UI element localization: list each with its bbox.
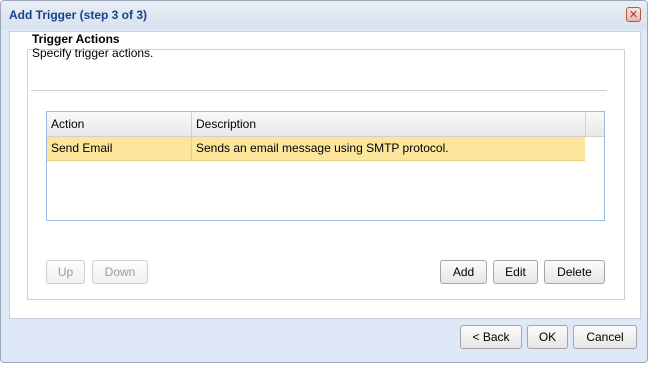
delete-button[interactable]: Delete [544, 260, 605, 284]
add-button[interactable]: Add [440, 260, 487, 284]
edit-button[interactable]: Edit [493, 260, 538, 284]
section-subheading: Specify trigger actions. [32, 46, 154, 60]
column-header-description[interactable]: Description [192, 112, 586, 136]
dialog-footer: < Back OK Cancel [1, 319, 647, 362]
grid-header: Action Description [47, 112, 604, 137]
dialog-titlebar: Add Trigger (step 3 of 3) ✕ [1, 1, 647, 29]
cell-description: Sends an email message using SMTP protoc… [196, 141, 449, 155]
section-heading: Trigger Actions [32, 32, 120, 46]
dialog-title: Add Trigger (step 3 of 3) [9, 8, 148, 22]
table-row[interactable]: Send Email Sends an email message using … [47, 137, 585, 161]
add-trigger-dialog: Add Trigger (step 3 of 3) ✕ Trigger Acti… [0, 0, 648, 363]
actions-grid[interactable]: Action Description Send Email Sends an e… [46, 111, 605, 221]
cancel-button[interactable]: Cancel [573, 325, 637, 349]
close-icon[interactable]: ✕ [626, 7, 641, 22]
column-header-action[interactable]: Action [47, 112, 192, 136]
cell-action: Send Email [47, 137, 192, 161]
down-button[interactable]: Down [92, 260, 148, 284]
section-divider [31, 90, 607, 91]
ok-button[interactable]: OK [527, 325, 568, 349]
back-button[interactable]: < Back [460, 325, 522, 349]
up-button[interactable]: Up [46, 260, 85, 284]
